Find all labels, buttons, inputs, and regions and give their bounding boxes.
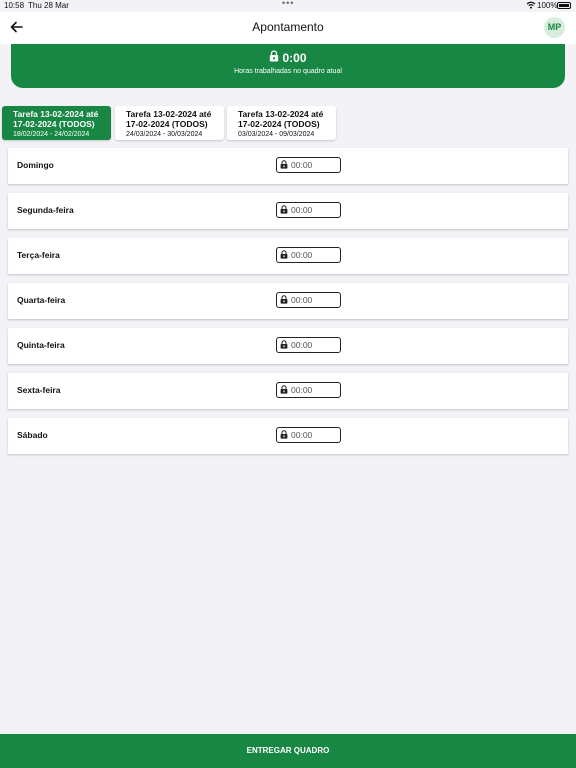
hours-input[interactable]: 00:00 [276,337,341,353]
day-row-quarta-feira: Quarta-feira 00:00 [8,283,568,319]
navigation-bar: Apontamento MP [0,12,576,44]
hours-input[interactable]: 00:00 [276,157,341,173]
hours-value: 00:00 [291,250,313,260]
battery-percentage: 100% [537,1,558,10]
day-row-sabado: Sábado 00:00 [8,418,568,454]
day-label: Terça-feira [17,250,60,260]
status-bar: 10:58 Thu 28 Mar ••• 100% [0,0,576,12]
day-row-terca-feira: Terça-feira 00:00 [8,238,568,274]
hours-value: 00:00 [291,430,313,440]
tab-date-range: 24/03/2024 - 30/03/2024 [126,131,203,138]
avatar[interactable]: MP [544,17,565,38]
hours-summary-label: Horas trabalhadas no quadro atual [234,68,342,75]
hours-summary-card: 0:00 Horas trabalhadas no quadro atual [11,44,565,88]
lock-icon [280,339,288,351]
hours-input[interactable]: 00:00 [276,382,341,398]
day-label: Sábado [17,430,48,440]
wifi-icon [526,1,536,11]
day-row-segunda-feira: Segunda-feira 00:00 [8,193,568,229]
hours-value: 00:00 [291,205,313,215]
multitasking-dots-icon[interactable]: ••• [282,0,294,8]
lock-icon [280,249,288,261]
day-row-sexta-feira: Sexta-feira 00:00 [8,373,568,409]
tab-period-2[interactable]: Tarefa 13-02-2024 até 17-02-2024 (TODOS)… [115,106,224,140]
page-title: Apontamento [252,20,324,34]
day-label: Segunda-feira [17,205,74,215]
lock-icon [280,204,288,216]
hours-value: 00:00 [291,295,313,305]
tab-title-line1: Tarefa 13-02-2024 até [126,109,212,119]
day-label: Quarta-feira [17,295,66,305]
tab-date-range: 18/02/2024 - 24/02/2024 [13,131,90,138]
lock-icon [280,429,288,441]
submit-board-button[interactable]: ENTREGAR QUADRO [0,734,576,768]
hours-input[interactable]: 00:00 [276,427,341,443]
tab-title-line1: Tarefa 13-02-2024 até [238,109,324,119]
hours-input[interactable]: 00:00 [276,292,341,308]
lock-icon [269,49,279,67]
battery-icon [557,2,571,9]
tab-title-line2: 17-02-2024 (TODOS) [238,119,320,129]
tab-period-3[interactable]: Tarefa 13-02-2024 até 17-02-2024 (TODOS)… [227,106,336,140]
hours-input[interactable]: 00:00 [276,202,341,218]
tab-title-line1: Tarefa 13-02-2024 até [13,109,99,119]
tab-period-1[interactable]: Tarefa 13-02-2024 até 17-02-2024 (TODOS)… [2,106,111,140]
tab-title-line2: 17-02-2024 (TODOS) [13,119,95,129]
hours-value: 00:00 [291,160,313,170]
hours-value: 00:00 [291,340,313,350]
day-label: Domingo [17,160,54,170]
tab-title-line2: 17-02-2024 (TODOS) [126,119,208,129]
day-label: Quinta-feira [17,340,65,350]
lock-icon [280,384,288,396]
hours-value: 00:00 [291,385,313,395]
day-row-quinta-feira: Quinta-feira 00:00 [8,328,568,364]
hours-input[interactable]: 00:00 [276,247,341,263]
lock-icon [280,159,288,171]
status-date: Thu 28 Mar [28,1,69,10]
lock-icon [280,294,288,306]
day-label: Sexta-feira [17,385,61,395]
hours-total: 0:00 [282,51,307,65]
day-row-domingo: Domingo 00:00 [8,148,568,184]
tab-date-range: 03/03/2024 - 09/03/2024 [238,131,315,138]
status-time: 10:58 [4,1,25,10]
